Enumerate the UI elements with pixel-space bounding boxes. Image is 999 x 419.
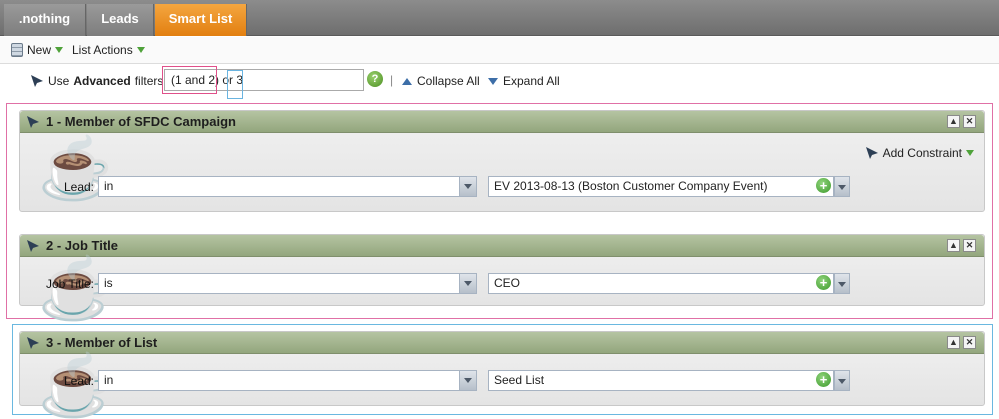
use-advanced: Advanced: [73, 74, 131, 88]
value-input[interactable]: Seed List: [488, 370, 834, 391]
use-prefix: Use: [48, 74, 70, 88]
database-icon: [11, 43, 23, 57]
value-input[interactable]: EV 2013-08-13 (Boston Customer Company E…: [488, 176, 834, 197]
filter-title: 1 - Member of SFDC Campaign: [46, 114, 236, 129]
funnel-icon: [27, 239, 39, 252]
operator-select[interactable]: in: [98, 176, 477, 197]
toolbar: New List Actions: [0, 37, 999, 64]
highlight-box-blue: [227, 70, 243, 99]
remove-filter-button[interactable]: ✕: [963, 239, 976, 252]
expand-all-label: Expand All: [503, 74, 560, 88]
use-suffix: filters: [134, 74, 164, 88]
new-label: New: [27, 43, 52, 57]
value-dropdown-button[interactable]: [834, 176, 850, 197]
collapse-all-button[interactable]: Collapse All: [402, 74, 480, 88]
remove-filter-button[interactable]: ✕: [963, 336, 976, 349]
tab-nothing[interactable]: .nothing: [4, 4, 86, 36]
filter-title: 3 - Member of List: [46, 335, 158, 350]
add-constraint-button[interactable]: Add Constraint: [865, 146, 974, 160]
filter-header[interactable]: 3 - Member of List ▲ ✕: [20, 332, 984, 354]
collapse-filter-button[interactable]: ▲: [947, 239, 960, 252]
operator-select[interactable]: in: [98, 370, 477, 391]
filter-row: Lead: in Seed List +: [20, 370, 986, 392]
operator-value: is: [104, 276, 113, 290]
value-text: EV 2013-08-13 (Boston Customer Company E…: [494, 179, 768, 193]
chevron-down-icon: [459, 274, 476, 293]
operator-value: in: [104, 179, 114, 193]
collapse-all-label: Collapse All: [417, 74, 480, 88]
funnel-icon: [27, 115, 39, 128]
triangle-up-icon: [402, 77, 412, 85]
expand-all-button[interactable]: Expand All: [488, 74, 560, 88]
plus-icon[interactable]: +: [816, 178, 831, 193]
highlight-box-red: [162, 66, 217, 94]
advanced-filters-toggle[interactable]: Use Advanced filters: [30, 74, 176, 88]
value-text: CEO: [494, 276, 521, 290]
filter-header[interactable]: 1 - Member of SFDC Campaign ▲ ✕: [20, 111, 984, 133]
plus-icon[interactable]: +: [816, 275, 831, 290]
filter-row: Job Title: is CEO +: [20, 273, 986, 295]
field-label: Lead:: [63, 374, 94, 388]
help-icon[interactable]: ?: [367, 71, 383, 87]
tab-smart-list[interactable]: Smart List: [155, 4, 247, 36]
filter-logic-bar: Use Advanced filters (1 and 2) or 3 ? | …: [0, 65, 999, 100]
dropdown-arrow-icon: [966, 150, 974, 156]
tab-leads[interactable]: Leads: [87, 4, 154, 36]
dropdown-arrow-icon: [136, 47, 145, 53]
dropdown-arrow-icon: [55, 47, 64, 53]
operator-value: in: [104, 373, 114, 387]
value-dropdown-button[interactable]: [834, 370, 850, 391]
field-label: Job Title:: [45, 277, 94, 291]
filter-panel-1: 1 - Member of SFDC Campaign ▲ ✕ ☕ Add Co…: [19, 110, 985, 212]
new-menu-button[interactable]: New: [11, 43, 64, 57]
funnel-icon: [27, 336, 39, 349]
tab-bar: .nothing Leads Smart List: [0, 0, 999, 36]
remove-filter-button[interactable]: ✕: [963, 115, 976, 128]
filter-row: Lead: in EV 2013-08-13 (Boston Customer …: [20, 176, 986, 198]
filter-header[interactable]: 2 - Job Title ▲ ✕: [20, 235, 984, 257]
value-text: Seed List: [494, 373, 545, 387]
funnel-icon: [31, 75, 43, 87]
funnel-icon: [865, 147, 878, 159]
field-label: Lead:: [63, 180, 94, 194]
operator-select[interactable]: is: [98, 273, 477, 294]
separator: |: [390, 73, 394, 87]
filter-title: 2 - Job Title: [46, 238, 118, 253]
value-dropdown-button[interactable]: [834, 273, 850, 294]
filter-panel-3: 3 - Member of List ▲ ✕ ☕ Lead: in Seed L…: [19, 331, 986, 416]
add-constraint-label: Add Constraint: [882, 146, 962, 160]
plus-icon[interactable]: +: [816, 372, 831, 387]
triangle-down-icon: [488, 77, 498, 85]
value-input[interactable]: CEO: [488, 273, 834, 294]
chevron-down-icon: [459, 177, 476, 196]
collapse-filter-button[interactable]: ▲: [947, 336, 960, 349]
list-actions-menu-button[interactable]: List Actions: [72, 43, 145, 57]
filter-panel-2: 2 - Job Title ▲ ✕ ☕ Job Title: is CEO +: [19, 234, 986, 319]
collapse-filter-button[interactable]: ▲: [947, 115, 960, 128]
chevron-down-icon: [459, 371, 476, 390]
list-actions-label: List Actions: [72, 43, 133, 57]
